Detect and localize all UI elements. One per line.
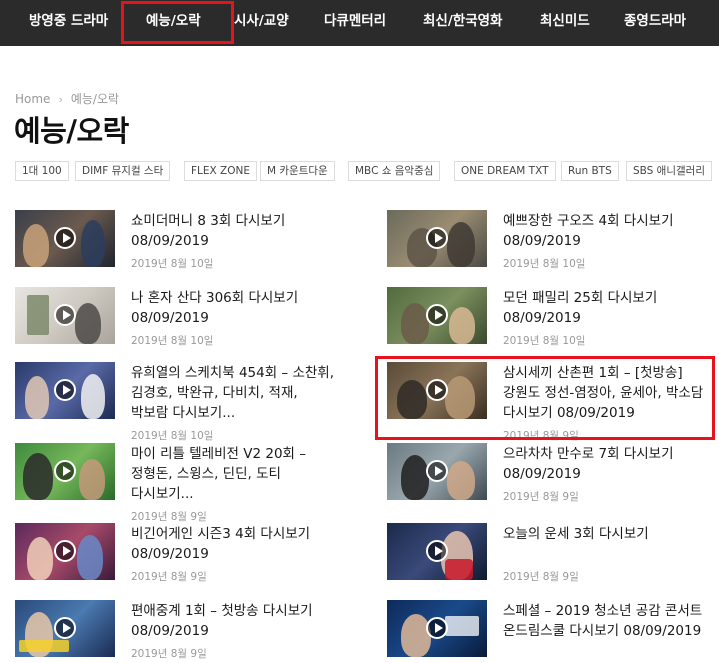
post-thumbnail[interactable] — [15, 287, 115, 344]
nav-item-current-affairs[interactable]: 시사/교양 — [234, 0, 289, 46]
tag-item[interactable]: DIMF 뮤지컬 스타 — [75, 161, 171, 181]
post-thumbnail[interactable] — [387, 210, 487, 267]
post-item: 마이 리틀 텔레비전 V2 20회 – 정형돈, 스윙스, 딘딘, 도티 다시보… — [15, 443, 350, 523]
post-date: 2019년 8월 10일 — [503, 335, 586, 347]
nav-item-korean-movies[interactable]: 최신/한국영화 — [423, 0, 502, 46]
post-date: 2019년 8월 9일 — [503, 571, 579, 583]
post-date: 2019년 8월 10일 — [131, 430, 214, 442]
post-date: 2019년 8월 9일 — [131, 511, 207, 523]
post-date: 2019년 8월 9일 — [503, 491, 579, 503]
post-item: 비긴어게인 시즌3 4회 다시보기 08/09/2019 2019년 8월 9일 — [15, 523, 350, 601]
nav-item-ended-drama[interactable]: 종영드라마 — [624, 0, 686, 46]
post-thumbnail[interactable] — [15, 362, 115, 419]
post-title[interactable]: 비긴어게인 시즌3 4회 다시보기 08/09/2019 — [131, 524, 339, 564]
tag-item[interactable]: FLEX ZONE — [184, 161, 258, 181]
nav-item-variety[interactable]: 예능/오락 — [146, 0, 201, 46]
play-icon — [54, 227, 76, 249]
play-icon — [426, 460, 448, 482]
post-item: 으라차차 만수로 7회 다시보기 08/09/2019 2019년 8월 9일 — [387, 443, 719, 521]
breadcrumb: Home › 예능/오락 — [15, 90, 119, 107]
post-item: 편애중계 1회 – 첫방송 다시보기 08/09/2019 2019년 8월 9… — [15, 600, 350, 663]
post-date: 2019년 8월 9일 — [131, 571, 207, 583]
post-thumbnail[interactable] — [15, 523, 115, 580]
post-item: 쇼미더머니 8 3회 다시보기 08/09/2019 2019년 8월 10일 — [15, 210, 350, 288]
post-title[interactable]: 삼시세끼 산촌편 1회 – [첫방송]강원도 정선-염정아, 윤세아, 박소담 … — [503, 363, 711, 423]
tag-item[interactable]: SBS 애니갤러리 — [626, 161, 712, 181]
post-thumbnail[interactable] — [15, 600, 115, 657]
post-item: 오늘의 운세 3회 다시보기 2019년 8월 9일 — [387, 523, 719, 601]
tag-item[interactable]: Run BTS — [561, 161, 619, 181]
post-thumbnail[interactable] — [15, 210, 115, 267]
play-icon — [426, 304, 448, 326]
breadcrumb-separator-icon: › — [58, 93, 63, 106]
post-title[interactable]: 쇼미더머니 8 3회 다시보기 08/09/2019 — [131, 211, 339, 251]
tag-item[interactable]: 1대 100 — [15, 161, 69, 181]
play-icon — [54, 617, 76, 639]
post-date: 2019년 8월 10일 — [503, 258, 586, 270]
play-icon — [54, 304, 76, 326]
post-date: 2019년 8월 9일 — [131, 648, 207, 660]
post-item: 예쁘장한 구오즈 4회 다시보기 08/09/2019 2019년 8월 10일 — [387, 210, 719, 288]
post-title[interactable]: 마이 리틀 텔레비전 V2 20회 – 정형돈, 스윙스, 딘딘, 도티 다시보… — [131, 444, 339, 504]
post-title[interactable]: 스페셜 – 2019 청소년 공감 콘서트 온드림스쿨 다시보기 08/09/2… — [503, 601, 711, 641]
post-date: 2019년 8월 10일 — [131, 335, 214, 347]
breadcrumb-home-link[interactable]: Home — [15, 92, 50, 106]
post-title[interactable]: 나 혼자 산다 306회 다시보기 08/09/2019 — [131, 288, 339, 328]
post-title[interactable]: 으라차차 만수로 7회 다시보기 08/09/2019 — [503, 444, 711, 484]
post-title[interactable]: 유희열의 스케치북 454회 – 소찬휘, 김경호, 박완규, 다비치, 적재,… — [131, 363, 339, 423]
post-title[interactable]: 오늘의 운세 3회 다시보기 — [503, 524, 711, 544]
nav-item-us-drama[interactable]: 최신미드 — [540, 0, 590, 46]
post-date: 2019년 8월 9일 — [503, 430, 579, 442]
post-thumbnail[interactable] — [387, 523, 487, 580]
top-nav: 방영중 드라마 예능/오락 시사/교양 다큐멘터리 최신/한국영화 최신미드 종… — [0, 0, 719, 46]
tag-item[interactable]: MBC 쇼 음악중심 — [348, 161, 441, 181]
post-item: 나 혼자 산다 306회 다시보기 08/09/2019 2019년 8월 10… — [15, 287, 350, 365]
post-thumbnail[interactable] — [387, 287, 487, 344]
tag-item[interactable]: ONE DREAM TXT — [454, 161, 556, 181]
post-date: 2019년 8월 10일 — [131, 258, 214, 270]
post-item: 모던 패밀리 25회 다시보기 08/09/2019 2019년 8월 10일 — [387, 287, 719, 365]
post-title[interactable]: 예쁘장한 구오즈 4회 다시보기 08/09/2019 — [503, 211, 711, 251]
post-thumbnail[interactable] — [15, 443, 115, 500]
page-title: 예능/오락 — [14, 114, 129, 148]
post-title[interactable]: 모던 패밀리 25회 다시보기 08/09/2019 — [503, 288, 711, 328]
tag-item[interactable]: M 카운트다운 — [260, 161, 335, 181]
play-icon — [426, 227, 448, 249]
breadcrumb-current: 예능/오락 — [70, 92, 120, 106]
post-item: 유희열의 스케치북 454회 – 소찬휘, 김경호, 박완규, 다비치, 적재,… — [15, 362, 350, 442]
play-icon — [54, 460, 76, 482]
play-icon — [54, 379, 76, 401]
post-title[interactable]: 편애중계 1회 – 첫방송 다시보기 08/09/2019 — [131, 601, 339, 641]
post-thumbnail[interactable] — [387, 600, 487, 657]
play-icon — [426, 379, 448, 401]
post-thumbnail[interactable] — [387, 443, 487, 500]
post-item: 삼시세끼 산촌편 1회 – [첫방송]강원도 정선-염정아, 윤세아, 박소담 … — [387, 362, 719, 442]
play-icon — [426, 540, 448, 562]
nav-item-drama-airing[interactable]: 방영중 드라마 — [29, 0, 108, 46]
play-icon — [426, 617, 448, 639]
nav-item-documentary[interactable]: 다큐멘터리 — [324, 0, 386, 46]
play-icon — [54, 540, 76, 562]
post-item: 스페셜 – 2019 청소년 공감 콘서트 온드림스쿨 다시보기 08/09/2… — [387, 600, 719, 663]
post-thumbnail[interactable] — [387, 362, 487, 419]
